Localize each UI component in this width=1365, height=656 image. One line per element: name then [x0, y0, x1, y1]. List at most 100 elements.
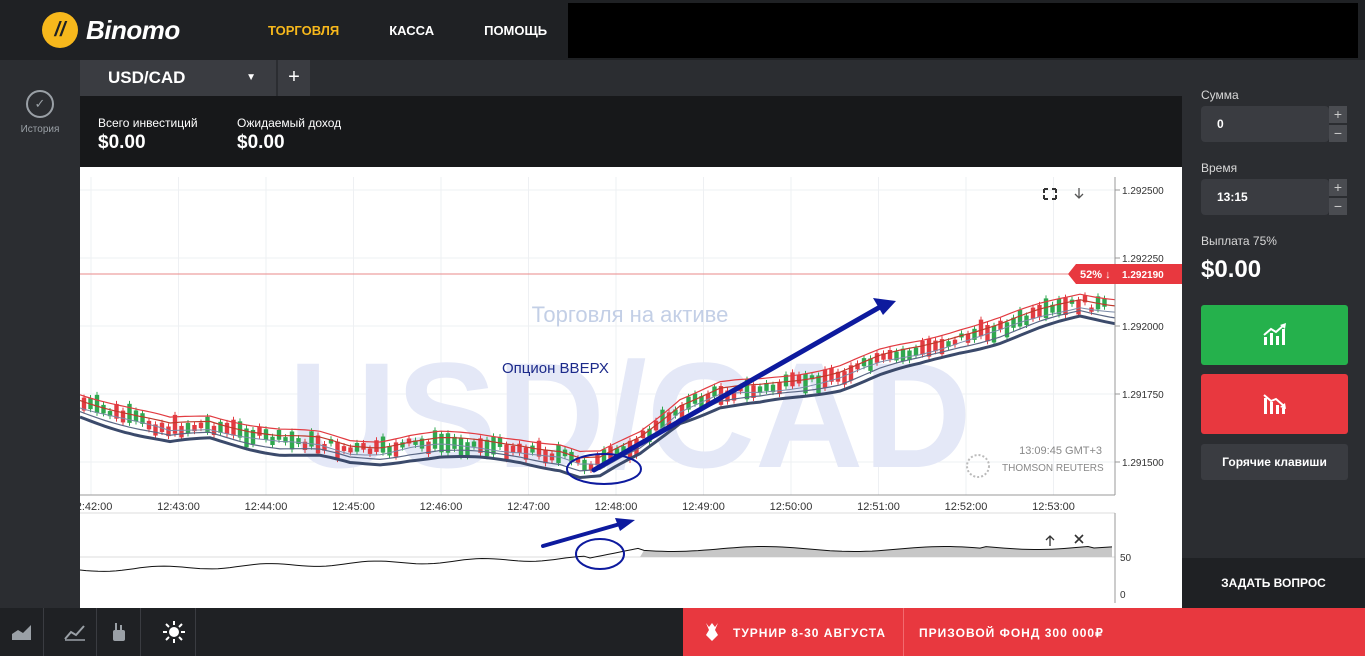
chart-type-tool[interactable] [0, 608, 44, 656]
candle-body [179, 425, 184, 438]
amount-input[interactable]: 0 [1201, 106, 1329, 142]
top-bar: // Binomo ТОРГОВЛЯ КАССА ПОМОЩЬ [0, 0, 1365, 60]
hotkeys-button[interactable]: Горячие клавиши [1201, 444, 1348, 480]
candle-body [198, 422, 204, 429]
osc-maximize-icon[interactable] [1045, 535, 1055, 546]
tournament-promo[interactable]: ТУРНИР 8-30 АВГУСТА ПРИЗОВОЙ ФОНД 300 00… [683, 608, 1365, 656]
osc-close-icon[interactable] [1074, 534, 1084, 544]
candle-body [978, 319, 984, 337]
candle-body [530, 445, 535, 453]
check-icon: ✓ [26, 90, 54, 118]
indicators-tool[interactable] [53, 608, 97, 656]
candle-body [543, 449, 548, 464]
option-up-annotation: Опцион ВВЕРХ [502, 360, 609, 377]
add-asset-button[interactable]: + [278, 60, 310, 96]
area-chart-icon [11, 625, 31, 640]
candle-body [387, 446, 392, 456]
osc-area-fill [640, 546, 1112, 557]
candle-body [491, 436, 496, 455]
chart-watermark: USD/CAD [288, 331, 971, 499]
chevron-down-icon: ▼ [246, 72, 256, 83]
candle-body [874, 353, 880, 363]
candle-body [257, 426, 262, 436]
current-price-badge: 52% ↓ 1.292190 [1068, 264, 1182, 284]
y-tick-label: 1.292250 [1122, 254, 1164, 265]
annotation-ellipse-osc [575, 538, 625, 570]
candle-body [822, 369, 828, 389]
candle-body [790, 372, 795, 387]
candle-body [361, 443, 366, 450]
candle-body [484, 439, 490, 457]
asset-tab-bar: USD/CAD ▼ + [80, 60, 1182, 96]
logo-icon: // [42, 12, 78, 48]
price-chart[interactable]: USD/CAD Торговля на активе 1.292500 1.292… [80, 167, 1182, 608]
payout-value: $0.00 [1201, 256, 1262, 283]
candle-body [218, 421, 223, 433]
nav-trading[interactable]: ТОРГОВЛЯ [268, 23, 339, 38]
candle-body [185, 423, 191, 434]
asset-tab-label: USD/CAD [108, 68, 186, 87]
trophy-icon [706, 623, 718, 641]
chart-timestamp: 13:09:45 GMT+3 [1019, 445, 1102, 457]
current-price-pct: 52% ↓ [1080, 269, 1111, 281]
candle-body [276, 429, 282, 440]
candle-body [432, 430, 438, 449]
candle-body [452, 436, 457, 449]
ask-question-button[interactable]: ЗАДАТЬ ВОПРОС [1182, 558, 1365, 608]
main-nav: ТОРГОВЛЯ КАССА ПОМОЩЬ [268, 23, 597, 38]
expected-income-label: Ожидаемый доход [237, 116, 342, 130]
trade-panel: Сумма 0 + − Время 13:15 + − Выплата 75% … [1182, 60, 1365, 608]
total-invest-label: Всего инвестиций [98, 116, 198, 130]
candle-body [341, 446, 347, 451]
amount-minus-button[interactable]: − [1329, 125, 1347, 142]
chart-svg: USD/CAD Торговля на активе 1.2925001.292… [80, 177, 1182, 603]
candle-body [1030, 307, 1036, 319]
theme-tool[interactable] [152, 608, 196, 656]
amount-plus-button[interactable]: + [1329, 106, 1347, 123]
y-tick-label: 1.291750 [1122, 390, 1164, 401]
candle-body [296, 438, 301, 445]
candle-body [1102, 298, 1107, 307]
y-tick-label: 1.292500 [1122, 186, 1164, 197]
chart-up-icon [1262, 323, 1286, 345]
candle-body [998, 320, 1003, 330]
nav-help[interactable]: ПОМОЩЬ [484, 23, 547, 38]
y-tick-label: 1.291500 [1122, 458, 1164, 469]
candle-body [348, 447, 353, 453]
x-tick-label: 12:46:00 [420, 501, 463, 513]
candle-body [965, 333, 971, 343]
time-input[interactable]: 13:15 [1201, 179, 1329, 215]
time-plus-button[interactable]: + [1329, 179, 1347, 196]
indicators-icon [63, 625, 85, 641]
asset-tab-usdcad[interactable]: USD/CAD ▼ [80, 60, 276, 96]
drawing-tool[interactable] [97, 608, 141, 656]
time-minus-button[interactable]: − [1329, 198, 1347, 215]
candle-body [380, 436, 386, 453]
time-axis: 12:42:00 12:43:00 12:44:00 12:45:00 12:46:00… [80, 501, 1075, 513]
annotation-arrow-osc [541, 518, 635, 548]
x-tick-label: 12:45:00 [332, 501, 375, 513]
put-down-button[interactable] [1201, 374, 1348, 434]
nav-cashier[interactable]: КАССА [389, 23, 434, 38]
candle-body [101, 404, 106, 414]
x-tick-label: 12:43:00 [157, 501, 200, 513]
x-tick-label: 12:44:00 [245, 501, 288, 513]
call-up-button[interactable] [1201, 305, 1348, 365]
total-invest-value: $0.00 [98, 132, 146, 153]
x-tick-label: 12:47:00 [507, 501, 550, 513]
x-tick-label: 12:48:00 [595, 501, 638, 513]
history-button[interactable]: ✓ История [0, 90, 80, 135]
x-tick-label: 12:53:00 [1032, 501, 1075, 513]
x-tick-label: 12:50:00 [770, 501, 813, 513]
candle-body [796, 374, 802, 384]
x-tick-label: 12:52:00 [945, 501, 988, 513]
candle-body [900, 348, 906, 361]
candle-body [497, 437, 503, 447]
candle-body [94, 394, 100, 413]
price-axis: 1.292500 1.292250 1.292000 1.291750 1.291500 [1115, 186, 1164, 469]
total-investments: Всего инвестиций $0.00 [98, 116, 198, 154]
prize-text: ПРИЗОВОЙ ФОНД 300 000₽ [919, 626, 1104, 640]
logo[interactable]: // Binomo [42, 12, 180, 48]
expected-income: Ожидаемый доход $0.00 [237, 116, 341, 154]
osc-tick-50: 50 [1120, 553, 1132, 564]
